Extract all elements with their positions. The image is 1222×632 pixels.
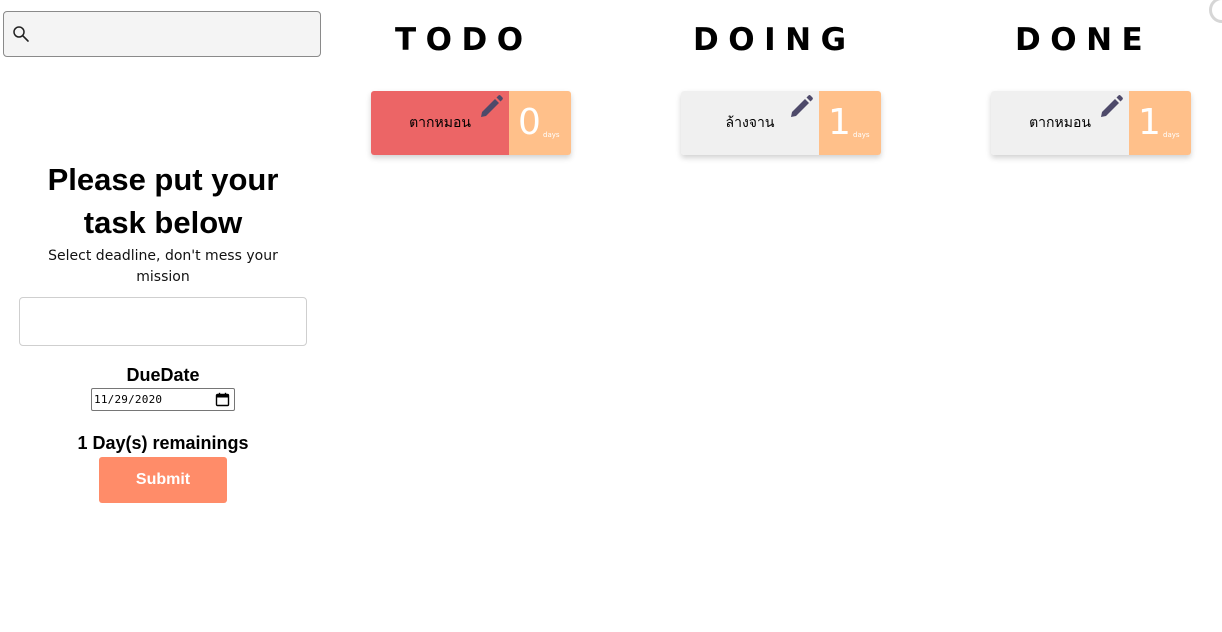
task-card-body[interactable]: ตากหมอน — [371, 91, 509, 155]
days-unit: days — [1163, 131, 1180, 139]
pencil-icon[interactable] — [1098, 93, 1124, 119]
task-card[interactable]: ล้างจาน 1 days — [681, 91, 881, 155]
days-unit: days — [853, 131, 870, 139]
days-badge: 0 days — [509, 91, 571, 155]
days-badge: 1 days — [1129, 91, 1191, 155]
column-title-doing: DOING — [693, 22, 856, 58]
task-input[interactable] — [19, 297, 307, 346]
column-title-todo: TODO — [395, 22, 533, 58]
days-count: 0 — [518, 102, 541, 143]
task-card-body[interactable]: ล้างจาน — [681, 91, 819, 155]
days-remaining: 1 Day(s) remainings — [77, 433, 249, 453]
search-input[interactable] — [36, 18, 316, 52]
column-title-done: DONE — [1015, 22, 1153, 58]
search-icon — [13, 26, 29, 42]
pencil-icon[interactable] — [788, 93, 814, 119]
form-title: Please put your task below — [0, 158, 326, 244]
task-card[interactable]: ตากหมอน 0 days — [371, 91, 571, 155]
pencil-icon[interactable] — [478, 93, 504, 119]
days-count: 1 — [828, 102, 851, 143]
form-title-line-1: Please put your — [47, 162, 279, 197]
due-date-value: 11/29/2020 — [94, 393, 163, 406]
calendar-icon[interactable] — [215, 392, 230, 407]
search-box[interactable] — [3, 11, 321, 57]
task-form: Please put your task below Select deadli… — [0, 158, 326, 503]
form-title-line-2: task below — [83, 205, 243, 240]
due-date-input[interactable]: 11/29/2020 — [91, 388, 235, 411]
task-card[interactable]: ตากหมอน 1 days — [991, 91, 1191, 155]
due-date-label: DueDate — [126, 365, 200, 385]
task-card-body[interactable]: ตากหมอน — [991, 91, 1129, 155]
days-badge: 1 days — [819, 91, 881, 155]
days-unit: days — [543, 131, 560, 139]
corner-circle-icon — [1209, 0, 1222, 23]
form-subtitle: Select deadline, don't mess your mission — [48, 248, 278, 285]
submit-button[interactable]: Submit — [99, 457, 227, 503]
days-count: 1 — [1138, 102, 1161, 143]
